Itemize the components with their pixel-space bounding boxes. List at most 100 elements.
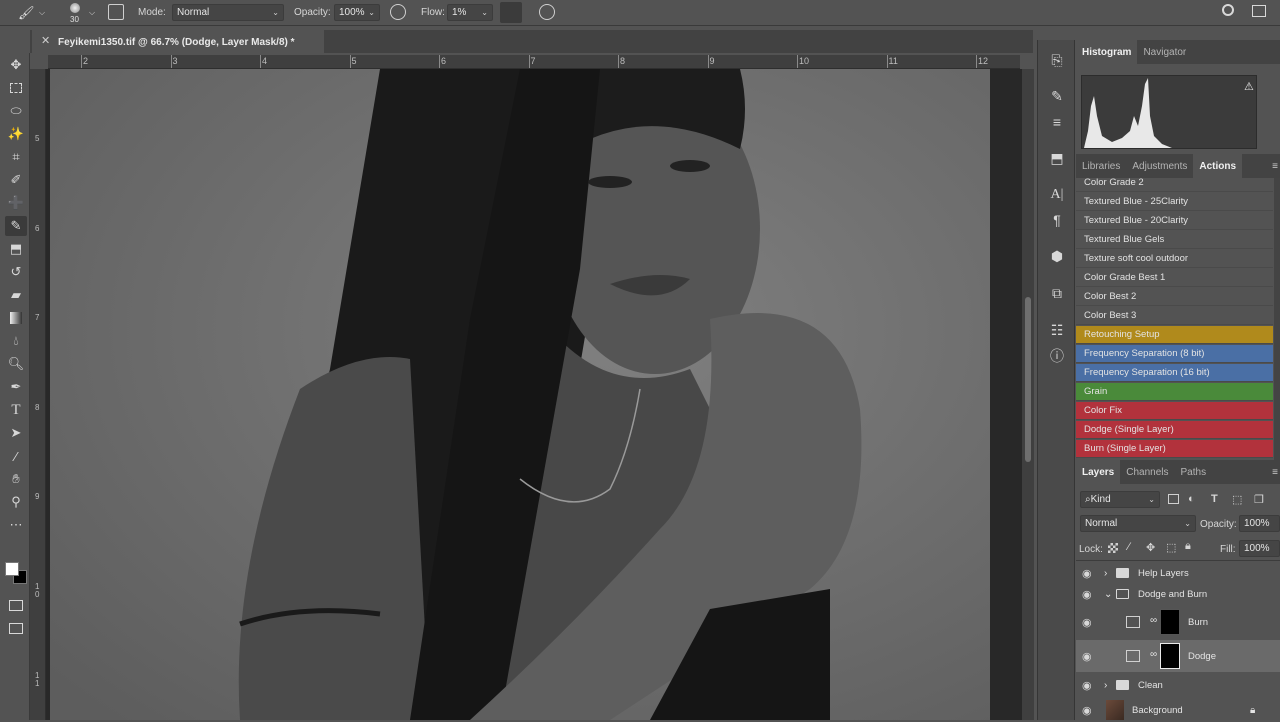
action-item[interactable]: Color Fix bbox=[1076, 402, 1273, 420]
eye-icon[interactable]: ◉ bbox=[1082, 567, 1092, 580]
eye-icon[interactable]: ◉ bbox=[1082, 588, 1092, 601]
clone-stamp-tool-icon[interactable]: ⬒ bbox=[5, 239, 27, 259]
quick-mask-icon[interactable] bbox=[5, 595, 27, 615]
tab-paths[interactable]: Paths bbox=[1175, 460, 1213, 484]
layer-filter-dropdown[interactable]: ⌕Kind ⌄ bbox=[1080, 491, 1160, 508]
portrait-photo[interactable] bbox=[50, 69, 990, 720]
mode-dropdown[interactable]: Normal ⌄ bbox=[172, 4, 284, 21]
3d-panel-icon[interactable]: ⬢ bbox=[1047, 246, 1067, 266]
actions-scrollbar[interactable] bbox=[1274, 178, 1280, 460]
layer-row[interactable]: ◉ › Clean bbox=[1076, 674, 1280, 696]
eraser-tool-icon[interactable]: ▰ bbox=[5, 285, 27, 305]
link-icon[interactable]: ∞ bbox=[1150, 615, 1157, 626]
path-selection-tool-icon[interactable]: ➤ bbox=[5, 423, 27, 443]
eye-icon[interactable]: ◉ bbox=[1082, 650, 1092, 663]
brush-panel-icon[interactable]: ✎ bbox=[1047, 86, 1067, 106]
dodge-tool-icon[interactable]: 🔍︎ bbox=[5, 354, 27, 374]
clone-source-panel-icon[interactable]: ⬒ bbox=[1047, 148, 1067, 168]
action-item[interactable]: Textured Blue - 20Clarity bbox=[1076, 212, 1273, 230]
eye-icon[interactable]: ◉ bbox=[1082, 679, 1092, 692]
link-icon[interactable]: ∞ bbox=[1150, 649, 1157, 660]
eye-icon[interactable]: ◉ bbox=[1082, 704, 1092, 717]
action-item[interactable]: Burn (Single Layer) bbox=[1076, 440, 1273, 458]
layer-row[interactable]: ◉ Background 🔒︎ bbox=[1076, 698, 1280, 722]
foreground-color-swatch[interactable] bbox=[5, 562, 19, 576]
tab-libraries[interactable]: Libraries bbox=[1076, 154, 1126, 178]
layer-comps-panel-icon[interactable]: ☷ bbox=[1047, 320, 1067, 340]
brush-settings-icon[interactable] bbox=[108, 4, 124, 20]
action-item[interactable]: Color Best 2 bbox=[1076, 288, 1273, 306]
layer-row[interactable]: ◉ ∞ Burn bbox=[1076, 606, 1280, 638]
magic-wand-tool-icon[interactable]: ✨ bbox=[5, 124, 27, 144]
layer-mask-thumbnail[interactable] bbox=[1160, 609, 1180, 635]
chevron-down-icon[interactable]: ⌄ bbox=[1104, 589, 1112, 600]
marquee-tool-icon[interactable] bbox=[5, 78, 27, 98]
lock-image-icon[interactable]: ∕ bbox=[1128, 541, 1130, 553]
tab-channels[interactable]: Channels bbox=[1120, 460, 1174, 484]
brush-tool-icon[interactable]: ✎ bbox=[5, 216, 27, 236]
action-item[interactable]: Dodge (Single Layer) bbox=[1076, 421, 1273, 439]
layer-row[interactable]: ◉ ⌄ Dodge and Burn bbox=[1076, 583, 1280, 605]
opacity-field[interactable]: 100% ⌄ bbox=[334, 4, 380, 21]
layer-row-selected[interactable]: ◉ ∞ Dodge bbox=[1076, 640, 1280, 672]
panel-menu-icon[interactable]: ≡ bbox=[1272, 467, 1278, 478]
screen-mode-icon[interactable] bbox=[5, 618, 27, 638]
document-tab-title[interactable]: Feyikemi1350.tif @ 66.7% (Dodge, Layer M… bbox=[58, 33, 344, 51]
history-brush-tool-icon[interactable]: ↺ bbox=[5, 262, 27, 282]
scrollbar-thumb[interactable] bbox=[1025, 297, 1031, 462]
info-panel-icon[interactable]: ⓘ bbox=[1047, 346, 1067, 366]
action-item[interactable]: Textured Blue - 25Clarity bbox=[1076, 193, 1273, 211]
action-item[interactable]: Color Grade 2 bbox=[1076, 178, 1273, 192]
search-icon[interactable] bbox=[1222, 4, 1234, 16]
tab-layers[interactable]: Layers bbox=[1076, 460, 1121, 484]
action-item[interactable]: Color Best 3 bbox=[1076, 307, 1273, 325]
panel-menu-icon[interactable]: ≡ bbox=[1272, 161, 1278, 172]
more-tools-icon[interactable]: ⋯ bbox=[5, 515, 27, 535]
crop-tool-icon[interactable]: ⌗ bbox=[5, 147, 27, 167]
tab-histogram[interactable]: Histogram bbox=[1076, 40, 1138, 64]
eye-icon[interactable]: ◉ bbox=[1082, 616, 1092, 629]
lasso-tool-icon[interactable]: ⬭ bbox=[5, 101, 27, 121]
brush-size-picker[interactable]: 30 bbox=[64, 2, 88, 24]
canvas-area[interactable] bbox=[46, 69, 1023, 720]
lock-all-icon[interactable]: 🔒︎ bbox=[1185, 540, 1191, 553]
filter-shape-icon[interactable]: ⬚ bbox=[1232, 493, 1242, 506]
eyedropper-tool-icon[interactable]: ✐ bbox=[5, 170, 27, 190]
blend-mode-dropdown[interactable]: Normal ⌄ bbox=[1080, 515, 1196, 532]
action-item[interactable]: Retouching Setup bbox=[1076, 326, 1273, 344]
action-item[interactable]: Textured Blue Gels bbox=[1076, 231, 1273, 249]
filter-adjustment-icon[interactable]: ◐ bbox=[1188, 493, 1195, 505]
action-item[interactable]: Frequency Separation (16 bit) bbox=[1076, 364, 1273, 382]
warning-icon[interactable]: ⚠ bbox=[1244, 80, 1254, 93]
move-tool-icon[interactable]: ✥ bbox=[5, 55, 27, 75]
workspace-icon[interactable] bbox=[1252, 5, 1266, 17]
action-item[interactable]: Texture soft cool outdoor bbox=[1076, 250, 1273, 268]
layer-row[interactable]: ◉ › Help Layers bbox=[1076, 562, 1280, 584]
close-tab-icon[interactable]: ✕ bbox=[41, 34, 50, 47]
tab-actions[interactable]: Actions bbox=[1193, 154, 1243, 178]
character-panel-icon[interactable]: A| bbox=[1047, 185, 1067, 205]
lock-transparent-icon[interactable] bbox=[1108, 543, 1118, 553]
action-item[interactable]: Frequency Separation (8 bit) bbox=[1076, 345, 1273, 363]
history-panel-icon[interactable]: ⎘ bbox=[1047, 50, 1067, 70]
line-tool-icon[interactable]: ∕ bbox=[5, 446, 27, 466]
healing-brush-tool-icon[interactable]: ➕ bbox=[5, 193, 27, 213]
lock-artboard-icon[interactable]: ⬚ bbox=[1166, 541, 1176, 554]
action-item[interactable]: Color Grade Best 1 bbox=[1076, 269, 1273, 287]
pen-tool-icon[interactable]: ✒ bbox=[5, 377, 27, 397]
chevron-right-icon[interactable]: › bbox=[1104, 680, 1107, 691]
hand-tool-icon[interactable]: ✋︎ bbox=[5, 469, 27, 489]
chevron-down-icon[interactable]: ⌵ bbox=[39, 8, 45, 18]
vertical-scrollbar[interactable] bbox=[1022, 69, 1034, 720]
layer-mask-thumbnail[interactable] bbox=[1160, 643, 1180, 669]
filter-smart-object-icon[interactable]: ❐ bbox=[1254, 493, 1264, 506]
brush-settings-panel-icon[interactable]: ≡ bbox=[1047, 112, 1067, 132]
zoom-tool-icon[interactable]: ⚲ bbox=[5, 492, 27, 512]
filter-pixel-icon[interactable] bbox=[1168, 494, 1179, 504]
fill-field[interactable]: 100% bbox=[1239, 540, 1280, 557]
tab-adjustments[interactable]: Adjustments bbox=[1126, 154, 1193, 178]
action-item[interactable]: Grain bbox=[1076, 383, 1273, 401]
brush-tool-preset-icon[interactable]: 🖌︎ bbox=[18, 5, 35, 21]
paragraph-panel-icon[interactable]: ¶ bbox=[1047, 210, 1067, 230]
layer-opacity-field[interactable]: 100% bbox=[1239, 515, 1280, 532]
